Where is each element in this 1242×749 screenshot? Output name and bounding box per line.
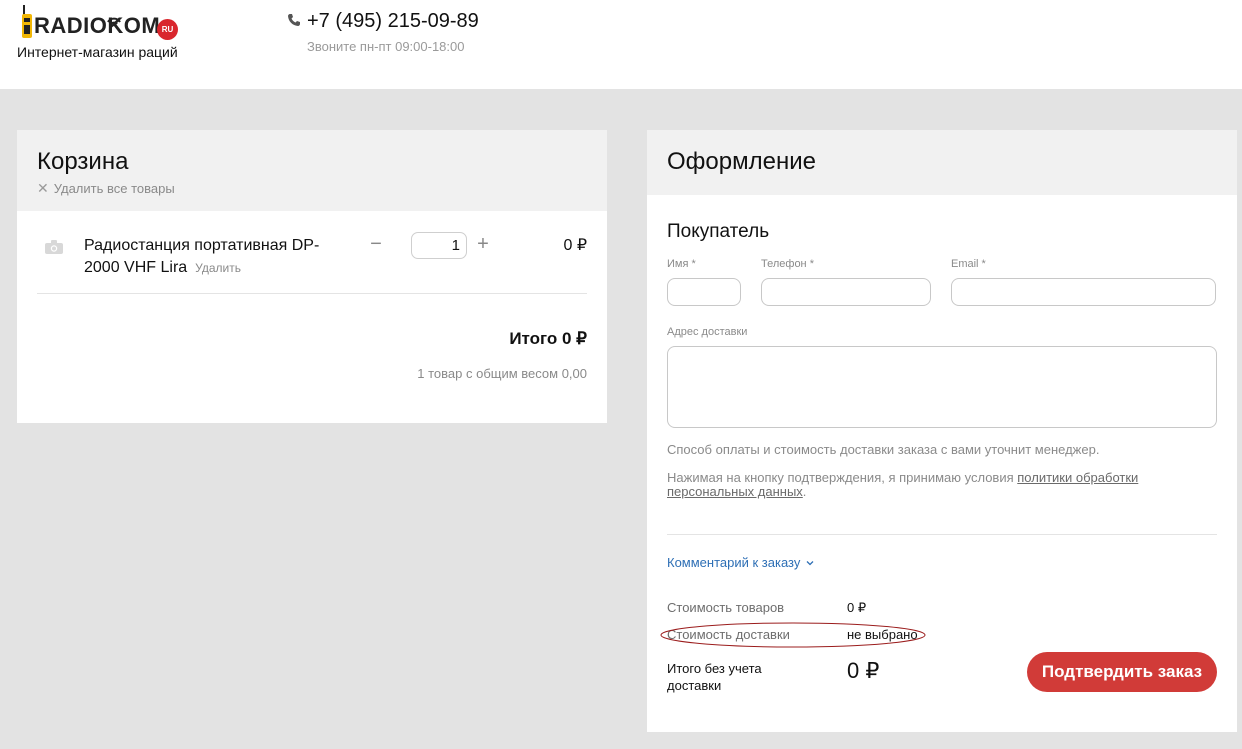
logo[interactable]: RADIOKOM RU [20,5,185,41]
remove-item-link[interactable]: Удалить [195,261,241,275]
clear-cart-link[interactable]: ✕ Удалить все товары [37,180,587,197]
checkout-header: Оформление [647,130,1237,195]
grand-total-label: Итого без учета доставки [667,661,762,693]
close-icon: ✕ [37,180,49,196]
clear-cart-label: Удалить все товары [53,181,175,196]
site-header: RADIOKOM RU Интернет-магазин раций +7 (4… [0,0,1242,89]
cart-title: Корзина [37,148,129,175]
logo-badge: RU [157,19,178,40]
phone-number[interactable]: +7 (495) 215-09-89 [307,10,479,33]
walkie-talkie-icon [22,5,32,38]
address-label: Адрес доставки [667,326,748,338]
order-comment-toggle[interactable]: Комментарий к заказу [667,555,814,570]
email-field[interactable] [951,278,1216,306]
checkout-panel: Оформление Покупатель Имя * Телефон * Em… [647,130,1237,732]
chevron-down-icon [806,560,814,565]
quantity-input[interactable] [411,232,467,259]
highlight-ellipse [660,622,926,648]
cart-header: Корзина ✕ Удалить все товары [17,130,607,211]
confirm-order-button[interactable]: Подтвердить заказ [1027,652,1217,692]
email-label: Email * [951,258,986,270]
cart-summary: 1 товар с общим весом 0,00 [417,366,587,381]
cart-item-name[interactable]: Радиостанция портативная DP-2000 VHF Lir… [84,235,344,279]
payment-note: Способ оплаты и стоимость доставки заказ… [667,442,1100,457]
phone-icon [288,14,300,26]
quantity-increase-button[interactable]: + [474,234,492,256]
signal-waves-icon [107,17,121,25]
consent-note: Нажимая на кнопку подтверждения, я прини… [667,471,1217,499]
tagline: Интернет-магазин раций [17,44,178,60]
consent-note-end: . [802,484,807,499]
goods-cost-label: Стоимость товаров [667,600,785,615]
buyer-title: Покупатель [667,221,770,242]
logo-text: RADIOKOM [34,13,161,38]
checkout-title: Оформление [667,148,816,175]
order-comment-label: Комментарий к заказу [667,555,801,570]
quantity-decrease-button[interactable]: − [367,234,385,256]
camera-icon [45,240,63,254]
phone-field[interactable] [761,278,931,306]
grand-total-value: 0 ₽ [847,658,880,683]
name-label: Имя * [667,258,696,270]
cart-panel: Корзина ✕ Удалить все товары Радиостанци… [17,130,607,423]
cart-total: Итого 0 ₽ [509,329,587,348]
consent-note-text: Нажимая на кнопку подтверждения, я прини… [667,470,1018,485]
address-field[interactable] [667,346,1217,428]
goods-cost-value: 0 ₽ [847,600,867,615]
phone-label: Телефон * [761,258,814,270]
name-field[interactable] [667,278,741,306]
cart-item-price: 0 ₽ [563,237,587,254]
cart-item: Радиостанция портативная DP-2000 VHF Lir… [37,211,587,294]
divider [667,534,1217,535]
working-hours: Звоните пн-пт 09:00-18:00 [307,39,465,54]
